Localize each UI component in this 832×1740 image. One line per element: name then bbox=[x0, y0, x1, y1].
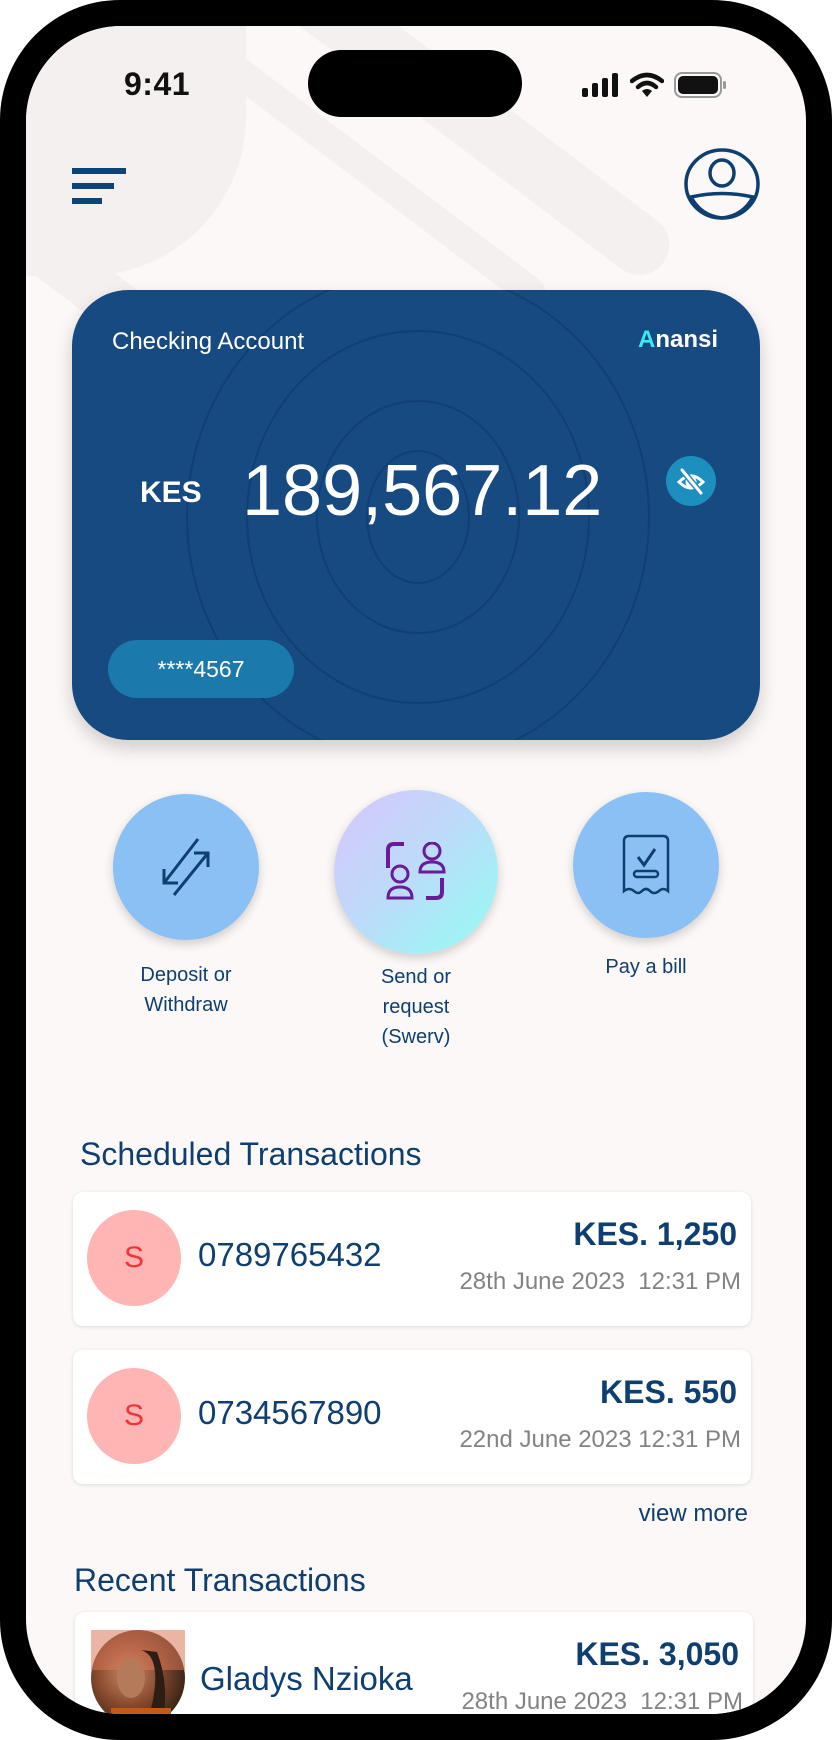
avatar-photo bbox=[91, 1630, 185, 1714]
avatar: S bbox=[87, 1368, 181, 1464]
menu-button[interactable] bbox=[72, 168, 128, 204]
transaction-recipient: 0734567890 bbox=[198, 1394, 382, 1431]
account-balance: 189,567.12 bbox=[242, 451, 603, 531]
transaction-amount: KES. 1,250 bbox=[573, 1216, 737, 1252]
action-label-line: Send or bbox=[380, 966, 452, 988]
battery-icon bbox=[674, 72, 726, 98]
account-card[interactable]: Checking Account Anansi KES 189,567.12 *… bbox=[72, 290, 760, 740]
signal-icon bbox=[582, 73, 618, 97]
scheduled-transaction-row[interactable]: S 0734567890 KES. 550 22nd June 2023 12:… bbox=[73, 1350, 751, 1484]
masked-account-number[interactable]: ****4567 bbox=[108, 640, 294, 698]
transaction-recipient: Gladys Nzioka bbox=[200, 1660, 413, 1697]
user-profile-icon bbox=[684, 148, 760, 220]
recent-transactions-title: Recent Transactions bbox=[74, 1562, 366, 1598]
scheduled-transactions-title: Scheduled Transactions bbox=[80, 1136, 422, 1172]
action-label-line: Withdraw bbox=[144, 994, 228, 1016]
avatar: S bbox=[87, 1210, 181, 1306]
transfer-arrows-icon bbox=[162, 838, 210, 896]
recent-transaction-row[interactable]: Gladys Nzioka KES. 3,050 28th June 2023 … bbox=[75, 1612, 753, 1714]
action-label: Deposit or Withdraw bbox=[96, 960, 276, 1020]
transaction-date: 28th June 2023 12:31 PM bbox=[459, 1268, 741, 1295]
action-label-line: (Swerv) bbox=[381, 1026, 451, 1048]
view-more-link[interactable]: view more bbox=[639, 1500, 748, 1528]
exchange-people-icon bbox=[386, 842, 446, 900]
brand-logo: Anansi bbox=[638, 326, 718, 354]
transaction-amount: KES. 550 bbox=[600, 1374, 737, 1410]
action-circle bbox=[334, 790, 498, 954]
deposit-withdraw-button[interactable]: Deposit or Withdraw bbox=[96, 794, 276, 1020]
account-type-label: Checking Account bbox=[112, 328, 305, 355]
wifi-icon bbox=[630, 72, 664, 97]
dynamic-island bbox=[308, 50, 522, 117]
action-label: Pay a bill bbox=[556, 952, 736, 982]
action-label-line: Pay a bill bbox=[605, 956, 687, 978]
scheduled-transaction-row[interactable]: S 0789765432 KES. 1,250 28th June 2023 1… bbox=[73, 1192, 751, 1326]
send-request-swerv-button[interactable]: Send or request (Swerv) bbox=[316, 790, 516, 1052]
transaction-date: 22nd June 2023 12:31 PM bbox=[459, 1426, 741, 1453]
screen: 9:41 Checking Account Anansi KES 189,567… bbox=[26, 26, 806, 1714]
person-photo-icon bbox=[91, 1630, 185, 1714]
status-icons bbox=[582, 72, 728, 98]
transaction-amount: KES. 3,050 bbox=[575, 1636, 739, 1672]
balance-currency: KES bbox=[140, 476, 202, 509]
brand-logo-text: nansi bbox=[655, 326, 718, 353]
action-circle bbox=[573, 792, 719, 938]
action-label: Send or request (Swerv) bbox=[316, 962, 516, 1052]
action-label-line: Deposit or bbox=[140, 964, 232, 986]
profile-button[interactable] bbox=[683, 148, 761, 220]
transaction-recipient: 0789765432 bbox=[198, 1236, 382, 1273]
transaction-date: 28th June 2023 12:31 PM bbox=[461, 1688, 743, 1714]
receipt-check-icon bbox=[622, 834, 670, 895]
pay-bill-button[interactable]: Pay a bill bbox=[556, 792, 736, 982]
action-label-line: request bbox=[382, 996, 450, 1018]
brand-logo-accent: A bbox=[637, 326, 656, 353]
toggle-balance-visibility-button[interactable] bbox=[666, 456, 716, 506]
status-time: 9:41 bbox=[124, 66, 191, 102]
action-circle bbox=[113, 794, 259, 940]
eye-off-icon bbox=[676, 468, 706, 495]
phone-frame: 9:41 Checking Account Anansi KES 189,567… bbox=[0, 0, 832, 1740]
